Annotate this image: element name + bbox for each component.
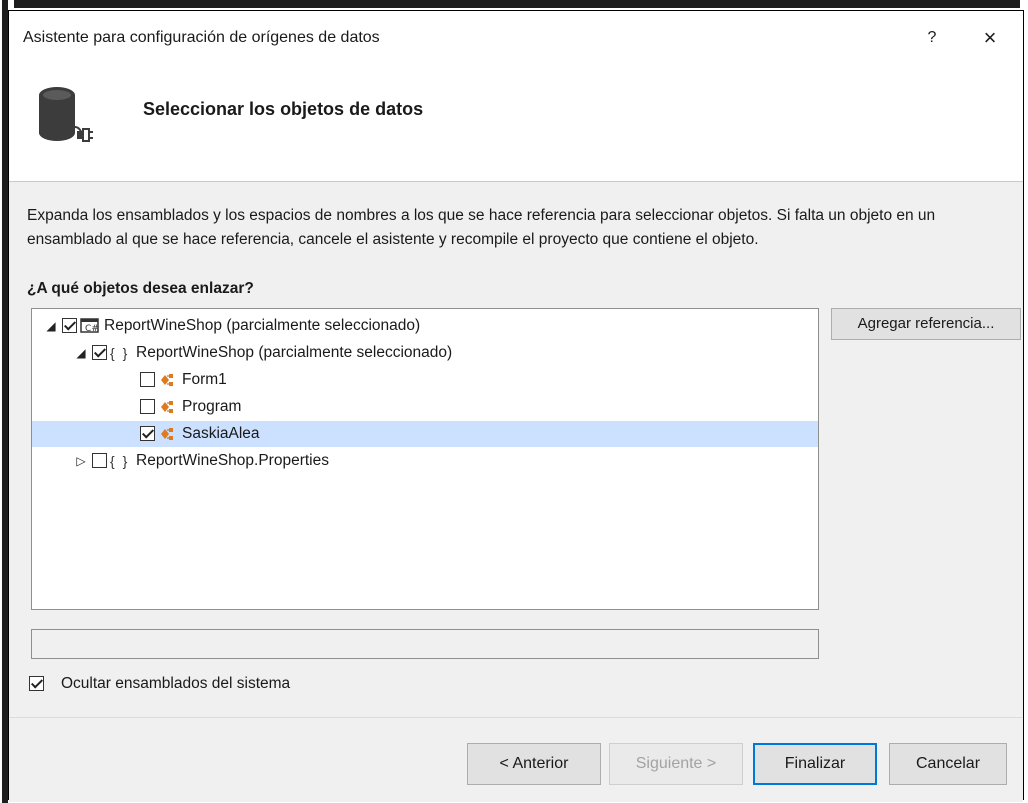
wizard-footer: < Anterior Siguiente > Finalizar Cancela…	[9, 717, 1023, 802]
project-icon: C#	[80, 318, 99, 334]
svg-text:C#: C#	[85, 324, 99, 334]
namespace-icon: { }	[110, 345, 130, 361]
wizard-dialog: Asistente para configuración de orígenes…	[8, 10, 1024, 802]
close-button[interactable]: ×	[975, 25, 1005, 51]
collapse-arrow-icon[interactable]: ◢	[44, 313, 58, 339]
namespace-icon: { }	[110, 453, 130, 469]
tree-item-label: Program	[182, 398, 242, 415]
class-icon	[161, 374, 173, 386]
data-objects-tree[interactable]: ◢ C# ReportWineShop (parcialmente seleccio…	[31, 308, 819, 610]
tree-item-checkbox[interactable]	[140, 372, 155, 387]
next-button[interactable]: Siguiente >	[609, 743, 743, 785]
tree-item-checkbox[interactable]	[92, 345, 107, 360]
class-icon	[161, 401, 173, 413]
hide-system-assemblies-checkbox[interactable]	[29, 676, 44, 691]
tree-item-label: ReportWineShop (parcialmente seleccionad…	[104, 317, 421, 334]
tree-item-checkbox[interactable]	[92, 453, 107, 468]
class-icon	[161, 428, 173, 440]
instructions-text: Expanda los ensamblados y los espacios d…	[27, 207, 936, 248]
back-button[interactable]: < Anterior	[467, 743, 601, 785]
tree-row[interactable]: ◢ { } ReportWineShop (parcialmente selecci…	[32, 340, 818, 366]
page-title: Seleccionar los objetos de datos	[143, 99, 424, 119]
database-connection-icon	[39, 87, 93, 142]
tree-label: ¿A qué objetos desea enlazar?	[27, 280, 254, 297]
tree-item-label: Form1	[182, 371, 227, 388]
wizard-header: Seleccionar los objetos de datos	[9, 51, 1023, 182]
background-window-bar	[14, 0, 1020, 8]
cancel-button[interactable]: Cancelar	[889, 743, 1007, 785]
finish-button[interactable]: Finalizar	[753, 743, 877, 785]
tree-item-label: ReportWineShop (parcialmente seleccionad…	[136, 344, 453, 361]
tree-row[interactable]: SaskiaAlea	[32, 421, 818, 447]
hide-system-assemblies-label: Ocultar ensamblados del sistema	[61, 675, 291, 692]
window-title: Asistente para configuración de orígenes…	[23, 29, 380, 46]
title-bar: Asistente para configuración de orígenes…	[9, 11, 1023, 51]
tree-row[interactable]: Form1	[32, 367, 818, 393]
expand-arrow-icon[interactable]: ▷	[74, 448, 88, 474]
help-button[interactable]: ?	[917, 25, 947, 51]
tree-item-checkbox[interactable]	[140, 426, 155, 441]
background-window-edge	[0, 0, 1028, 10]
wizard-body: Expanda los ensamblados y los espacios d…	[9, 182, 1023, 717]
tree-row[interactable]: ◢ C# ReportWineShop (parcialmente seleccio…	[32, 313, 818, 339]
add-reference-button[interactable]: Agregar referencia...	[831, 308, 1021, 340]
tree-item-label: ReportWineShop.Properties	[136, 452, 329, 469]
selected-path-field	[31, 629, 819, 659]
tree-item-checkbox[interactable]	[62, 318, 77, 333]
tree-row[interactable]: ▷ { } ReportWineShop.Properties	[32, 448, 818, 474]
tree-row[interactable]: Program	[32, 394, 818, 420]
tree-item-checkbox[interactable]	[140, 399, 155, 414]
collapse-arrow-icon[interactable]: ◢	[74, 340, 88, 366]
tree-item-label: SaskiaAlea	[182, 425, 260, 442]
